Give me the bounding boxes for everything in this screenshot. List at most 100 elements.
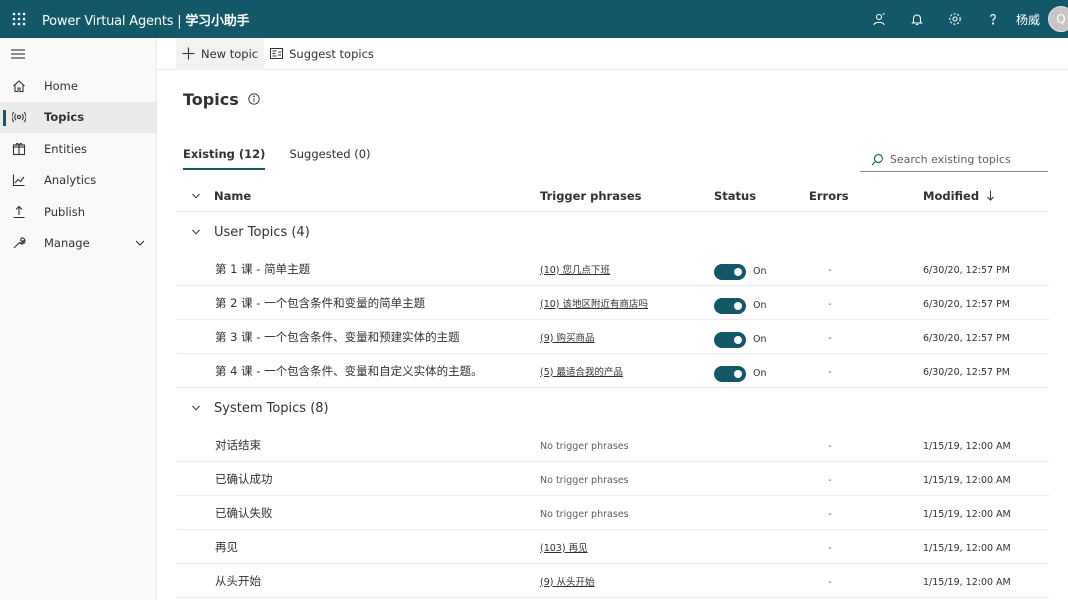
table-row[interactable]: 已确认失败 No trigger phrases - 1/15/19, 12:00 A… xyxy=(177,496,1049,530)
avatar[interactable]: Q xyxy=(1048,6,1068,32)
column-header-errors[interactable]: Errors xyxy=(809,189,923,203)
topics-icon xyxy=(11,109,27,125)
status-toggle[interactable] xyxy=(714,365,746,382)
app-launcher-icon[interactable] xyxy=(0,0,38,38)
user-name[interactable]: 杨威 xyxy=(1016,11,1040,28)
nav-label-publish: Publish xyxy=(44,204,85,219)
page-title: Topics xyxy=(183,90,260,109)
group-label: User Topics (4) xyxy=(214,224,310,240)
errors-value: - xyxy=(828,366,832,378)
modified-value: 1/15/19, 12:00 AM xyxy=(923,542,1011,554)
trigger-phrases-link[interactable]: (10) 您几点下班 xyxy=(540,265,610,276)
nav-item-analytics[interactable]: Analytics xyxy=(0,165,156,197)
status-cell: On xyxy=(714,258,809,280)
modified-value: 6/30/20, 12:57 PM xyxy=(923,264,1010,276)
new-topic-button[interactable]: New topic xyxy=(176,37,265,70)
tab-existing[interactable]: Existing (12) xyxy=(183,144,266,170)
nav-label-manage: Manage xyxy=(44,236,90,251)
chevron-down-icon[interactable] xyxy=(134,237,146,252)
modified-value: 1/15/19, 12:00 AM xyxy=(923,508,1011,520)
trigger-phrases-link[interactable]: (5) 最适合我的产品 xyxy=(540,367,623,378)
trigger-phrases-text: No trigger phrases xyxy=(540,474,629,486)
contact-icon[interactable] xyxy=(860,0,898,38)
table-row[interactable]: 从头开始 (9) 从头开始 - 1/15/19, 12:00 AM xyxy=(177,564,1049,598)
nav-item-home[interactable]: Home xyxy=(0,70,156,102)
new-topic-label: New topic xyxy=(201,46,259,61)
errors-value: - xyxy=(828,508,832,520)
left-navigation: Home Topics Entities Analytics Publish M… xyxy=(0,38,157,600)
app-title: Power Virtual Agents | 学习小助手 xyxy=(42,10,250,29)
table-row[interactable]: 再见 (103) 再见 - 1/15/19, 12:00 AM xyxy=(177,530,1049,564)
search-input[interactable] xyxy=(889,153,1048,166)
status-toggle[interactable] xyxy=(714,331,746,348)
status-toggle[interactable] xyxy=(714,263,746,280)
nav-label-home: Home xyxy=(44,78,78,93)
table-row[interactable]: 第 2 课 - 一个包含条件和变量的简单主题 (10) 该地区附近有商店吗 On - 6… xyxy=(177,286,1049,320)
nav-item-entities[interactable]: Entities xyxy=(0,133,156,165)
group-chevron-down-icon[interactable] xyxy=(177,403,214,413)
column-header-name[interactable]: Name xyxy=(214,189,540,203)
command-bar: New topic Suggest topics xyxy=(157,37,1068,70)
trigger-phrases-link[interactable]: (103) 再见 xyxy=(540,543,588,554)
settings-icon[interactable] xyxy=(936,0,974,38)
tab-suggested[interactable]: Suggested (0) xyxy=(289,144,370,170)
search-box xyxy=(860,148,1048,172)
topic-name[interactable]: 已确认成功 xyxy=(214,471,540,487)
column-header-trigger[interactable]: Trigger phrases xyxy=(540,189,714,203)
bot-name[interactable]: 学习小助手 xyxy=(185,14,249,29)
trigger-phrases-link[interactable]: (9) 购买商品 xyxy=(540,333,594,344)
topic-name[interactable]: 第 2 课 - 一个包含条件和变量的简单主题 xyxy=(214,295,540,311)
table-group-header[interactable]: User Topics (4) xyxy=(177,212,1049,252)
trigger-phrases-link[interactable]: (10) 该地区附近有商店吗 xyxy=(540,299,648,310)
status-label: On xyxy=(753,300,767,311)
topic-name[interactable]: 对话结束 xyxy=(214,437,540,453)
status-label: On xyxy=(753,334,767,345)
modified-value: 6/30/20, 12:57 PM xyxy=(923,366,1010,378)
table-group-header[interactable]: System Topics (8) xyxy=(177,388,1049,428)
topics-table: Name Trigger phrases Status Errors Modif… xyxy=(177,180,1049,598)
topic-name[interactable]: 再见 xyxy=(214,539,540,555)
column-header-status[interactable]: Status xyxy=(714,189,809,203)
topic-name[interactable]: 从头开始 xyxy=(214,573,540,589)
product-name: Power Virtual Agents | xyxy=(42,13,182,29)
notifications-icon[interactable] xyxy=(898,0,936,38)
nav-item-topics[interactable]: Topics xyxy=(0,101,156,133)
topic-name[interactable]: 已确认失败 xyxy=(214,505,540,521)
group-chevron-down-icon[interactable] xyxy=(177,227,214,237)
table-row[interactable]: 第 3 课 - 一个包含条件、变量和预建实体的主题 (9) 购买商品 On - 6/30… xyxy=(177,320,1049,354)
nav-label-analytics: Analytics xyxy=(44,173,97,188)
column-header-modified[interactable]: Modified xyxy=(923,189,1049,203)
analytics-icon xyxy=(11,172,27,188)
help-icon[interactable] xyxy=(974,0,1012,38)
nav-label-topics: Topics xyxy=(44,110,85,125)
table-row[interactable]: 第 4 课 - 一个包含条件、变量和自定义实体的主题。 (5) 最适合我的产品 On… xyxy=(177,354,1049,388)
home-icon xyxy=(11,78,27,94)
errors-value: - xyxy=(828,298,832,310)
add-icon xyxy=(182,47,195,60)
table-row[interactable]: 第 1 课 - 简单主题 (10) 您几点下班 On - 6/30/20, 12:57 … xyxy=(177,252,1049,286)
errors-value: - xyxy=(828,264,832,276)
topic-tabs: Existing (12) Suggested (0) xyxy=(183,144,395,170)
nav-label-entities: Entities xyxy=(44,141,88,156)
sort-descending-icon xyxy=(987,190,994,201)
topic-name[interactable]: 第 3 课 - 一个包含条件、变量和预建实体的主题 xyxy=(214,329,540,345)
table-row[interactable]: 对话结束 No trigger phrases - 1/15/19, 12:00 AM xyxy=(177,428,1049,462)
suggest-topics-button[interactable]: Suggest topics xyxy=(264,38,380,70)
suggest-topics-label: Suggest topics xyxy=(289,46,374,61)
collapse-all-chevron-icon[interactable] xyxy=(177,191,214,201)
status-cell: On xyxy=(714,292,809,314)
info-icon[interactable] xyxy=(248,90,260,109)
nav-item-publish[interactable]: Publish xyxy=(0,196,156,228)
topic-name[interactable]: 第 4 课 - 一个包含条件、变量和自定义实体的主题。 xyxy=(214,363,540,379)
topic-name[interactable]: 第 1 课 - 简单主题 xyxy=(214,261,540,277)
table-row[interactable]: 已确认成功 No trigger phrases - 1/15/19, 12:00 A… xyxy=(177,462,1049,496)
modified-value: 6/30/20, 12:57 PM xyxy=(923,332,1010,344)
status-toggle[interactable] xyxy=(714,297,746,314)
trigger-phrases-link[interactable]: (9) 从头开始 xyxy=(540,577,594,588)
publish-icon xyxy=(11,204,27,220)
hamburger-menu-icon[interactable] xyxy=(0,38,156,70)
status-label: On xyxy=(753,368,767,379)
nav-item-manage[interactable]: Manage xyxy=(0,228,156,260)
entities-icon xyxy=(11,141,27,157)
trigger-phrases-text: No trigger phrases xyxy=(540,440,629,452)
